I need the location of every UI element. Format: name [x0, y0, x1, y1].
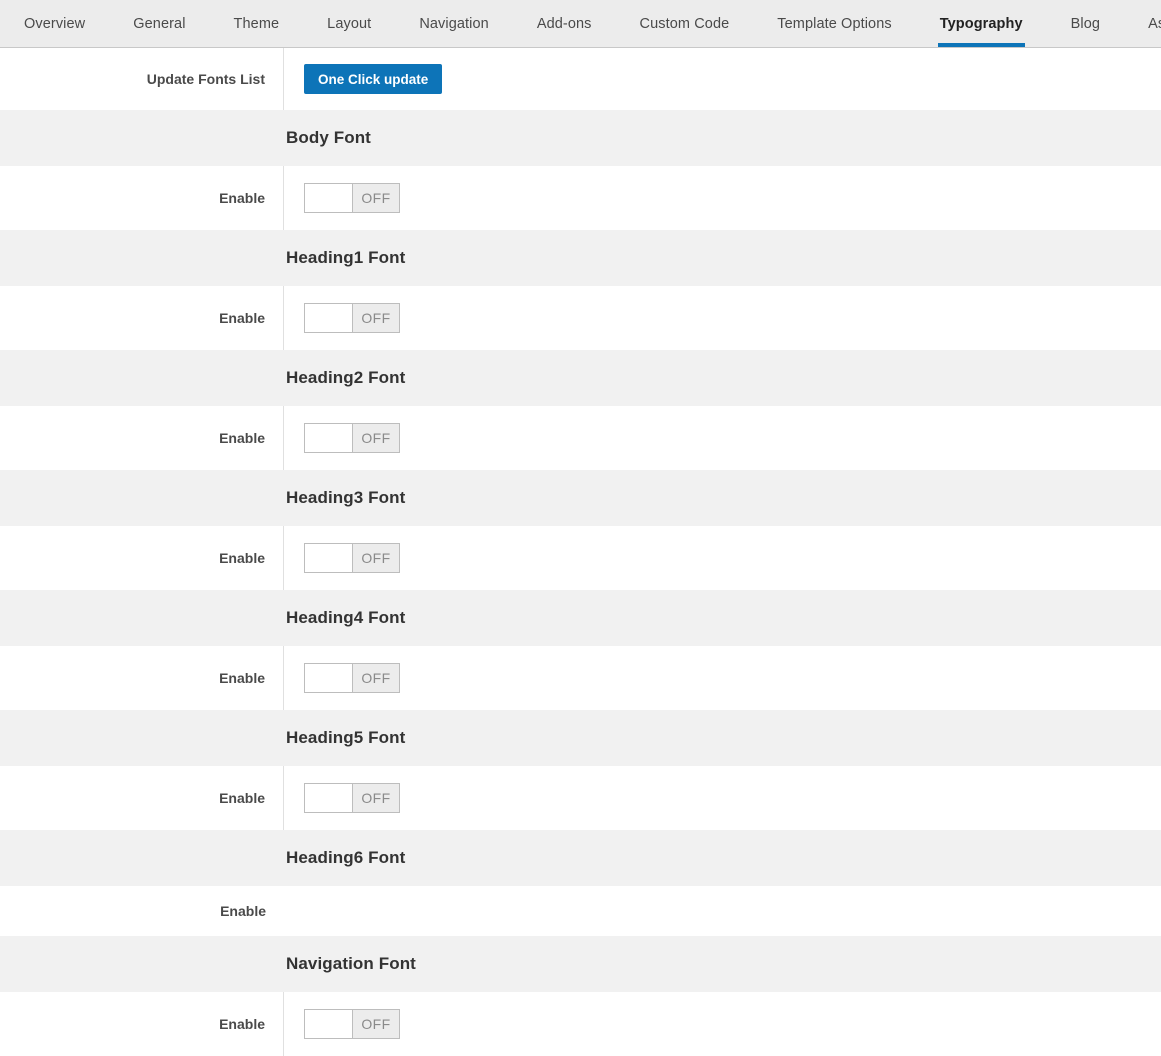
tab-bar: OverviewGeneralThemeLayoutNavigationAdd-… [0, 0, 1161, 48]
enable-field: OFF [284, 543, 1161, 573]
enable-label: Enable [0, 646, 284, 710]
enable-field: OFF [284, 303, 1161, 333]
toggle-knob[interactable] [305, 304, 353, 332]
update-fonts-list-label: Update Fonts List [0, 48, 284, 110]
enable-row-heading4-font: Enable OFF [0, 646, 1161, 710]
enable-field: OFF [284, 423, 1161, 453]
toggle-state-label: OFF [353, 1010, 399, 1038]
tab-add-ons[interactable]: Add-ons [513, 0, 616, 47]
section-title: Heading6 Font [284, 848, 405, 868]
one-click-update-button[interactable]: One Click update [304, 64, 442, 94]
section-title: Heading2 Font [284, 368, 405, 388]
section-header-heading3-font: Heading3 Font [0, 470, 1161, 526]
section-header-heading2-font: Heading2 Font [0, 350, 1161, 406]
enable-label: Enable [0, 406, 284, 470]
section-title: Body Font [284, 128, 371, 148]
section-header-body-font: Body Font [0, 110, 1161, 166]
toggle-state-label: OFF [353, 664, 399, 692]
toggle-state-label: OFF [353, 544, 399, 572]
toggle-knob[interactable] [305, 184, 353, 212]
enable-field: OFF [284, 183, 1161, 213]
section-header-navigation-font: Navigation Font [0, 936, 1161, 992]
enable-row-body-font: Enable OFF [0, 166, 1161, 230]
enable-field: OFF [284, 663, 1161, 693]
toggle-knob[interactable] [305, 784, 353, 812]
enable-label: Enable [0, 526, 284, 590]
update-fonts-list-field: One Click update [284, 64, 1161, 94]
toggle-state-label: OFF [353, 184, 399, 212]
tab-theme[interactable]: Theme [210, 0, 304, 47]
section-title: Navigation Font [284, 954, 416, 974]
enable-toggle-navigation-font[interactable]: OFF [304, 1009, 400, 1039]
enable-toggle-heading4-font[interactable]: OFF [304, 663, 400, 693]
section-title: Heading1 Font [284, 248, 405, 268]
enable-toggle-heading1-font[interactable]: OFF [304, 303, 400, 333]
update-fonts-list-row: Update Fonts List One Click update [0, 48, 1161, 110]
enable-row-heading2-font: Enable OFF [0, 406, 1161, 470]
tab-custom-code[interactable]: Custom Code [616, 0, 754, 47]
tab-navigation[interactable]: Navigation [395, 0, 513, 47]
enable-row-navigation-font: Enable OFF [0, 992, 1161, 1056]
tab-general[interactable]: General [109, 0, 209, 47]
enable-toggle-heading5-font[interactable]: OFF [304, 783, 400, 813]
toggle-knob[interactable] [305, 544, 353, 572]
enable-label: Enable [0, 166, 284, 230]
enable-label: Enable [0, 992, 284, 1056]
enable-row-heading3-font: Enable OFF [0, 526, 1161, 590]
tab-typography[interactable]: Typography [916, 0, 1047, 47]
enable-field: OFF [284, 1009, 1161, 1039]
enable-toggle-heading2-font[interactable]: OFF [304, 423, 400, 453]
section-header-heading1-font: Heading1 Font [0, 230, 1161, 286]
section-title: Heading5 Font [284, 728, 405, 748]
toggle-knob[interactable] [305, 664, 353, 692]
enable-row-heading6-font: Enable [0, 886, 1161, 936]
section-title: Heading4 Font [284, 608, 405, 628]
enable-toggle-heading3-font[interactable]: OFF [304, 543, 400, 573]
enable-row-heading5-font: Enable OFF [0, 766, 1161, 830]
tab-template-options[interactable]: Template Options [753, 0, 915, 47]
tab-overview[interactable]: Overview [0, 0, 109, 47]
tab-assignment[interactable]: Assignment [1124, 0, 1161, 47]
enable-toggle-body-font[interactable]: OFF [304, 183, 400, 213]
section-header-heading5-font: Heading5 Font [0, 710, 1161, 766]
enable-row-heading1-font: Enable OFF [0, 286, 1161, 350]
tab-blog[interactable]: Blog [1047, 0, 1124, 47]
enable-field: OFF [284, 783, 1161, 813]
toggle-state-label: OFF [353, 304, 399, 332]
toggle-knob[interactable] [305, 1010, 353, 1038]
section-title: Heading3 Font [284, 488, 405, 508]
toggle-knob[interactable] [305, 424, 353, 452]
enable-label: Enable [0, 286, 284, 350]
toggle-state-label: OFF [353, 784, 399, 812]
enable-label: Enable [0, 766, 284, 830]
typography-settings-panel: Update Fonts List One Click update Body … [0, 48, 1161, 1056]
tab-layout[interactable]: Layout [303, 0, 395, 47]
section-header-heading4-font: Heading4 Font [0, 590, 1161, 646]
enable-label: Enable [0, 886, 284, 936]
toggle-state-label: OFF [353, 424, 399, 452]
section-header-heading6-font: Heading6 Font [0, 830, 1161, 886]
